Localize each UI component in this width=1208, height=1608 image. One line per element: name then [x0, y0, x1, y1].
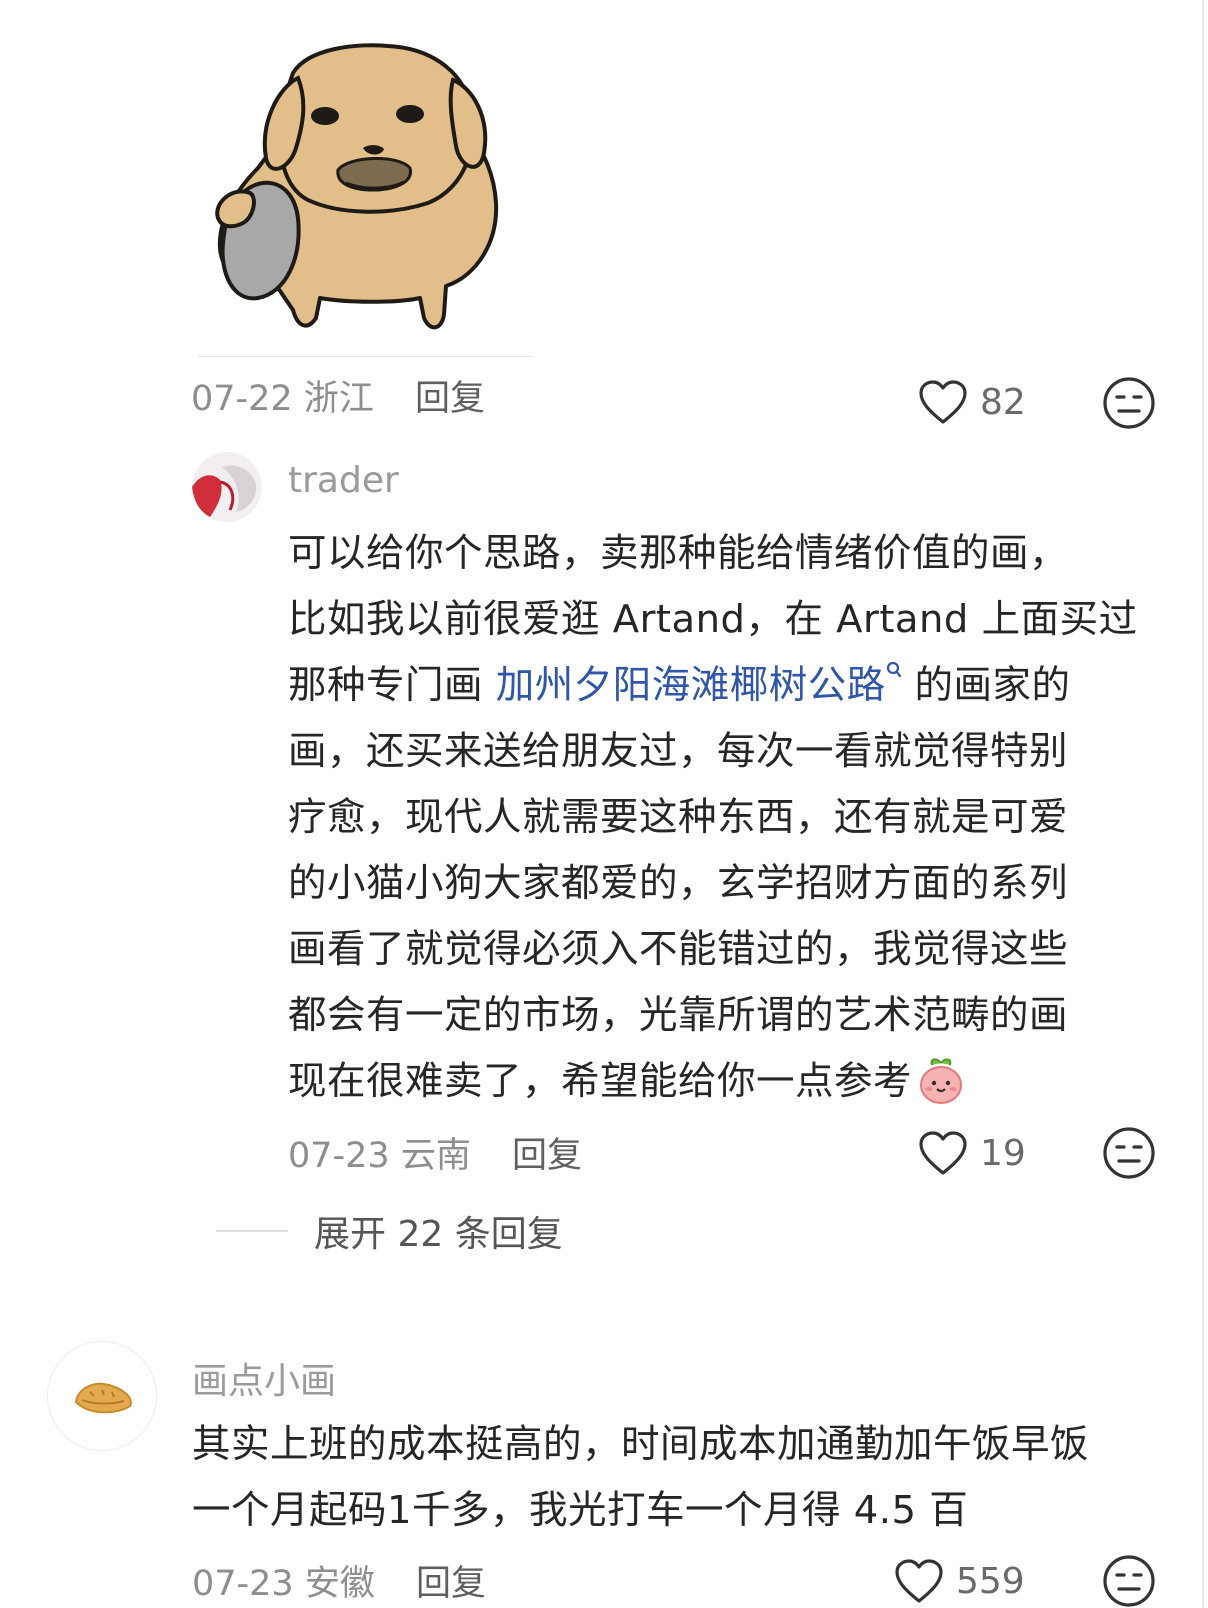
- text-line: 画，还买来送给朋友过，每次一看就觉得特别: [288, 729, 1069, 774]
- like-button[interactable]: 19: [918, 1128, 1026, 1178]
- right-edge-divider: [1202, 0, 1204, 1608]
- expand-replies-button[interactable]: 展开 22 条回复: [216, 1205, 563, 1257]
- peach-emoji: [920, 1057, 963, 1104]
- text-segment: 现在很难卖了，希望能给你一点参考: [288, 1059, 913, 1104]
- text-segment: 的画家的: [901, 663, 1071, 708]
- text-segment: 那种专门画: [288, 663, 496, 708]
- comment-location: 浙江: [303, 379, 374, 419]
- expand-divider: [216, 1230, 288, 1232]
- dislike-face-icon[interactable]: [1102, 1554, 1156, 1608]
- username[interactable]: 画点小画: [192, 1352, 336, 1404]
- avatar[interactable]: [192, 452, 262, 522]
- sticker-divider: [198, 356, 532, 357]
- like-count: 559: [956, 1560, 1025, 1602]
- reply-button[interactable]: 回复: [512, 1136, 582, 1176]
- reply-location: 云南: [400, 1136, 471, 1176]
- text-line: 可以给你个思路，卖那种能给情绪价值的画，: [288, 531, 1069, 576]
- text-line: 一个月起码1千多，我光打车一个月得 4.5 百: [192, 1488, 969, 1533]
- text-line: 那种专门画 加州夕阳海滩椰树公路 的画家的: [288, 653, 1138, 719]
- reply-button[interactable]: 回复: [416, 1564, 486, 1604]
- comment-meta: 07-22 浙江 回复: [191, 370, 485, 421]
- search-link[interactable]: 加州夕阳海滩椰树公路: [496, 663, 886, 708]
- comment-text: 其实上班的成本挺高的，时间成本加通勤加午饭早饭 一个月起码1千多，我光打车一个月…: [192, 1412, 1089, 1544]
- like-button[interactable]: 82: [918, 377, 1026, 427]
- text-line: 都会有一定的市场，光靠所谓的艺术范畴的画: [288, 993, 1069, 1038]
- comment-meta: 07-23 安徽 回复: [192, 1555, 486, 1606]
- like-count: 19: [980, 1132, 1026, 1174]
- like-button[interactable]: 559: [894, 1556, 1025, 1606]
- reply-meta: 07-23 云南 回复: [288, 1127, 582, 1178]
- text-line: 现在很难卖了，希望能给你一点参考: [288, 1049, 1138, 1115]
- reply-text: 可以给你个思路，卖那种能给情绪价值的画， 比如我以前很爱逛 Artand，在 A…: [288, 521, 1138, 1115]
- username[interactable]: trader: [288, 460, 399, 501]
- heart-icon: [919, 1131, 967, 1175]
- text-line: 比如我以前很爱逛 Artand，在 Artand 上面买过: [288, 597, 1138, 642]
- dislike-face-icon[interactable]: [1102, 1126, 1156, 1180]
- search-icon[interactable]: [886, 661, 902, 679]
- like-count: 82: [980, 381, 1026, 423]
- comment-date: 07-23: [192, 1564, 294, 1604]
- comment-location: 安徽: [304, 1564, 375, 1604]
- dog-sticker[interactable]: [198, 18, 532, 356]
- comment-date: 07-22: [191, 379, 293, 419]
- reply-date: 07-23: [288, 1136, 390, 1176]
- avatar[interactable]: [47, 1341, 157, 1451]
- reply-button[interactable]: 回复: [415, 379, 485, 419]
- heart-icon: [895, 1559, 943, 1603]
- text-line: 画看了就觉得必须入不能错过的，我觉得这些: [288, 927, 1069, 972]
- heart-icon: [919, 380, 967, 424]
- text-line: 其实上班的成本挺高的，时间成本加通勤加午饭早饭: [192, 1422, 1090, 1467]
- expand-replies-label: 展开 22 条回复: [314, 1214, 563, 1255]
- dislike-face-icon[interactable]: [1102, 376, 1156, 430]
- text-line: 的小猫小狗大家都爱的，玄学招财方面的系列: [288, 861, 1069, 906]
- text-line: 疗愈，现代人就需要这种东西，还有就是可爱: [288, 795, 1069, 840]
